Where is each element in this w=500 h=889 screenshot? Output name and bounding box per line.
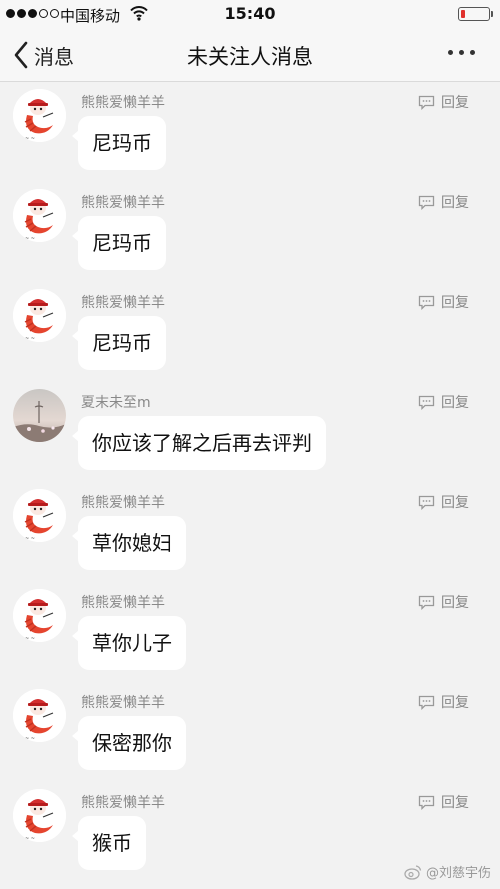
username[interactable]: 熊熊爱懒羊羊	[81, 292, 165, 312]
username[interactable]: 熊熊爱懒羊羊	[81, 492, 165, 512]
reply-button[interactable]: 回复	[418, 292, 469, 312]
reply-button[interactable]: 回复	[418, 192, 469, 212]
reply-label: 回复	[441, 295, 469, 311]
avatar[interactable]: ~ ~	[13, 89, 66, 142]
reply-button[interactable]: 回复	[418, 392, 469, 412]
ellipsis-icon	[448, 50, 453, 55]
avatar[interactable]: ~ ~	[13, 589, 66, 642]
message-item[interactable]: ~ ~ 熊熊爱懒羊羊 回复尼玛币	[0, 183, 500, 283]
nav-bar: 消息 未关注人消息	[0, 28, 500, 82]
reply-button[interactable]: 回复	[418, 92, 469, 112]
reply-button[interactable]: 回复	[418, 692, 469, 712]
watermark-text: @刘慈宇伤	[426, 866, 492, 881]
svg-text:~ ~: ~ ~	[25, 336, 35, 342]
message-bubble[interactable]: 尼玛币	[72, 316, 166, 370]
reply-label: 回复	[441, 695, 469, 711]
username[interactable]: 熊熊爱懒羊羊	[81, 692, 165, 712]
reply-label: 回复	[441, 595, 469, 611]
message-item[interactable]: ~ ~ 熊熊爱懒羊羊 回复尼玛币	[0, 83, 500, 183]
reply-button[interactable]: 回复	[418, 792, 469, 812]
avatar[interactable]	[13, 389, 66, 442]
username[interactable]: 夏末未至m	[81, 392, 151, 412]
message-bubble[interactable]: 猴币	[72, 816, 146, 870]
comment-icon	[418, 295, 435, 310]
reply-label: 回复	[441, 195, 469, 211]
weibo-watermark: @刘慈宇伤	[404, 862, 491, 881]
message-bubble[interactable]: 草你媳妇	[72, 516, 186, 570]
comment-icon	[418, 695, 435, 710]
message-item[interactable]: 夏末未至m 回复你应该了解之后再去评判	[0, 383, 500, 483]
avatar[interactable]: ~ ~	[13, 189, 66, 242]
svg-text:~ ~: ~ ~	[25, 836, 35, 842]
avatar[interactable]: ~ ~	[13, 789, 66, 842]
chevron-left-icon	[14, 41, 28, 69]
message-bubble[interactable]: 草你儿子	[72, 616, 186, 670]
username[interactable]: 熊熊爱懒羊羊	[81, 192, 165, 212]
reply-label: 回复	[441, 395, 469, 411]
message-bubble[interactable]: 你应该了解之后再去评判	[72, 416, 326, 470]
more-options-button[interactable]	[448, 46, 475, 59]
message-bubble[interactable]: 尼玛币	[72, 216, 166, 270]
reply-label: 回复	[441, 95, 469, 111]
comment-icon	[418, 195, 435, 210]
message-list[interactable]: ~ ~ 熊熊爱懒羊羊 回复 尼玛币 ~ ~ 熊熊爱懒羊羊 回复 尼玛币 ~ ~ 熊熊爱懒羊羊 回复尼…	[0, 83, 500, 883]
reply-label: 回复	[441, 795, 469, 811]
message-bubble[interactable]: 尼玛币	[72, 116, 166, 170]
message-item[interactable]: ~ ~ 熊熊爱懒羊羊 回复尼玛币	[0, 283, 500, 383]
status-time: 15:40	[224, 4, 276, 23]
comment-icon	[418, 795, 435, 810]
username[interactable]: 熊熊爱懒羊羊	[81, 792, 165, 812]
avatar[interactable]: ~ ~	[13, 689, 66, 742]
svg-text:~ ~: ~ ~	[25, 536, 35, 542]
avatar[interactable]: ~ ~	[13, 289, 66, 342]
username[interactable]: 熊熊爱懒羊羊	[81, 592, 165, 612]
back-label: 消息	[34, 44, 74, 69]
avatar[interactable]: ~ ~	[13, 489, 66, 542]
reply-button[interactable]: 回复	[418, 492, 469, 512]
page-title: 未关注人消息	[187, 45, 313, 69]
battery-level-fill	[461, 10, 465, 18]
svg-text:~ ~: ~ ~	[25, 136, 35, 142]
svg-text:~ ~: ~ ~	[25, 236, 35, 242]
message-item[interactable]: ~ ~ 熊熊爱懒羊羊 回复保密那你	[0, 683, 500, 783]
status-bar: 中国移动 15:40	[0, 0, 500, 28]
message-item[interactable]: ~ ~ 熊熊爱懒羊羊 回复草你媳妇	[0, 483, 500, 583]
message-item[interactable]: ~ ~ 熊熊爱懒羊羊 回复草你儿子	[0, 583, 500, 683]
message-bubble[interactable]: 保密那你	[72, 716, 186, 770]
svg-text:~ ~: ~ ~	[25, 736, 35, 742]
comment-icon	[418, 495, 435, 510]
reply-label: 回复	[441, 495, 469, 511]
comment-icon	[418, 95, 435, 110]
back-button[interactable]: 消息	[12, 39, 74, 71]
reply-button[interactable]: 回复	[418, 592, 469, 612]
battery-cap	[491, 11, 493, 17]
svg-text:~ ~: ~ ~	[25, 636, 35, 642]
comment-icon	[418, 395, 435, 410]
weibo-logo-icon	[404, 864, 422, 880]
battery-icon	[458, 7, 490, 21]
username[interactable]: 熊熊爱懒羊羊	[81, 92, 165, 112]
comment-icon	[418, 595, 435, 610]
